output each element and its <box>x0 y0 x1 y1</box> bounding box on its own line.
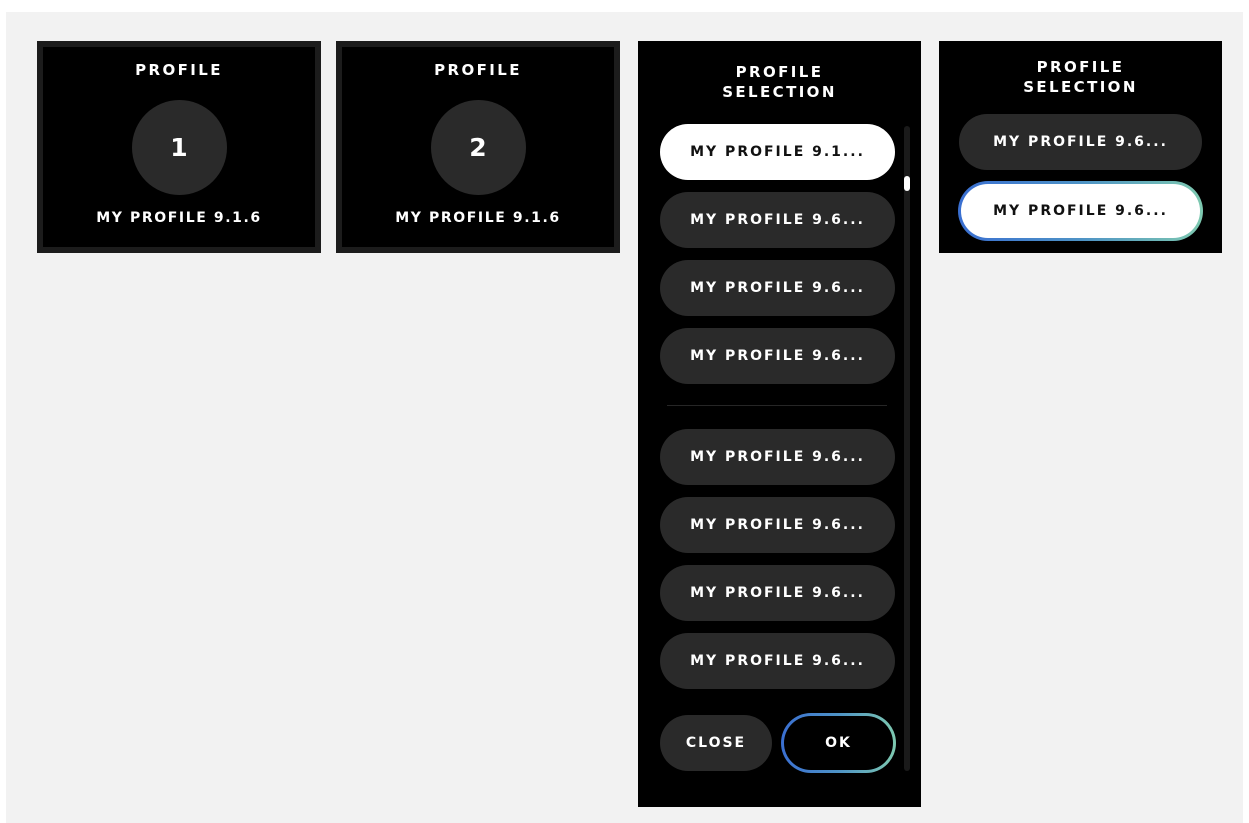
profile-tile-2[interactable]: PROFILE 2 MY PROFILE 9.1.6 <box>336 41 620 253</box>
panel-title-line-2: SELECTION <box>1023 78 1138 96</box>
scrollbar-thumb[interactable] <box>904 176 910 191</box>
profile-option[interactable]: MY PROFILE 9.6... <box>660 633 895 689</box>
profile-option-selected[interactable]: MY PROFILE 9.1... <box>660 124 895 180</box>
close-button[interactable]: CLOSE <box>660 715 772 771</box>
profile-number: 1 <box>170 133 188 162</box>
profile-option[interactable]: MY PROFILE 9.6... <box>660 328 895 384</box>
panel-title: PROFILE SELECTION <box>939 57 1222 97</box>
profile-number-badge: 2 <box>430 100 526 195</box>
scrollbar-track[interactable] <box>904 126 910 771</box>
profile-option[interactable]: MY PROFILE 9.6... <box>959 114 1202 170</box>
profile-tile-1[interactable]: PROFILE 1 MY PROFILE 9.1.6 <box>37 41 321 253</box>
profile-option[interactable]: MY PROFILE 9.6... <box>660 192 895 248</box>
profile-tile-title: PROFILE <box>434 61 522 79</box>
profile-option-label: MY PROFILE 9.6... <box>961 184 1200 238</box>
ok-button-label: OK <box>784 716 893 770</box>
panel-title-line-1: PROFILE <box>735 63 824 81</box>
panel-title: PROFILE SELECTION <box>638 62 921 102</box>
panel-title-line-2: SELECTION <box>722 83 837 101</box>
profile-tile-name: MY PROFILE 9.1.6 <box>96 210 262 226</box>
profile-selection-panel: PROFILE SELECTION MY PROFILE 9.1... MY P… <box>638 41 921 807</box>
profile-option-selected[interactable]: MY PROFILE 9.6... <box>958 181 1203 241</box>
profile-number: 2 <box>469 133 487 162</box>
profile-option[interactable]: MY PROFILE 9.6... <box>660 497 895 553</box>
list-divider <box>667 405 887 406</box>
profile-selection-mini-panel: PROFILE SELECTION MY PROFILE 9.6... MY P… <box>939 41 1222 253</box>
profile-tile-name: MY PROFILE 9.1.6 <box>395 210 561 226</box>
profile-option[interactable]: MY PROFILE 9.6... <box>660 565 895 621</box>
ok-button[interactable]: OK <box>781 713 896 773</box>
panel-title-line-1: PROFILE <box>1036 58 1125 76</box>
profile-number-badge: 1 <box>131 100 227 195</box>
profile-tile-title: PROFILE <box>135 61 223 79</box>
profile-option[interactable]: MY PROFILE 9.6... <box>660 260 895 316</box>
profile-option[interactable]: MY PROFILE 9.6... <box>660 429 895 485</box>
